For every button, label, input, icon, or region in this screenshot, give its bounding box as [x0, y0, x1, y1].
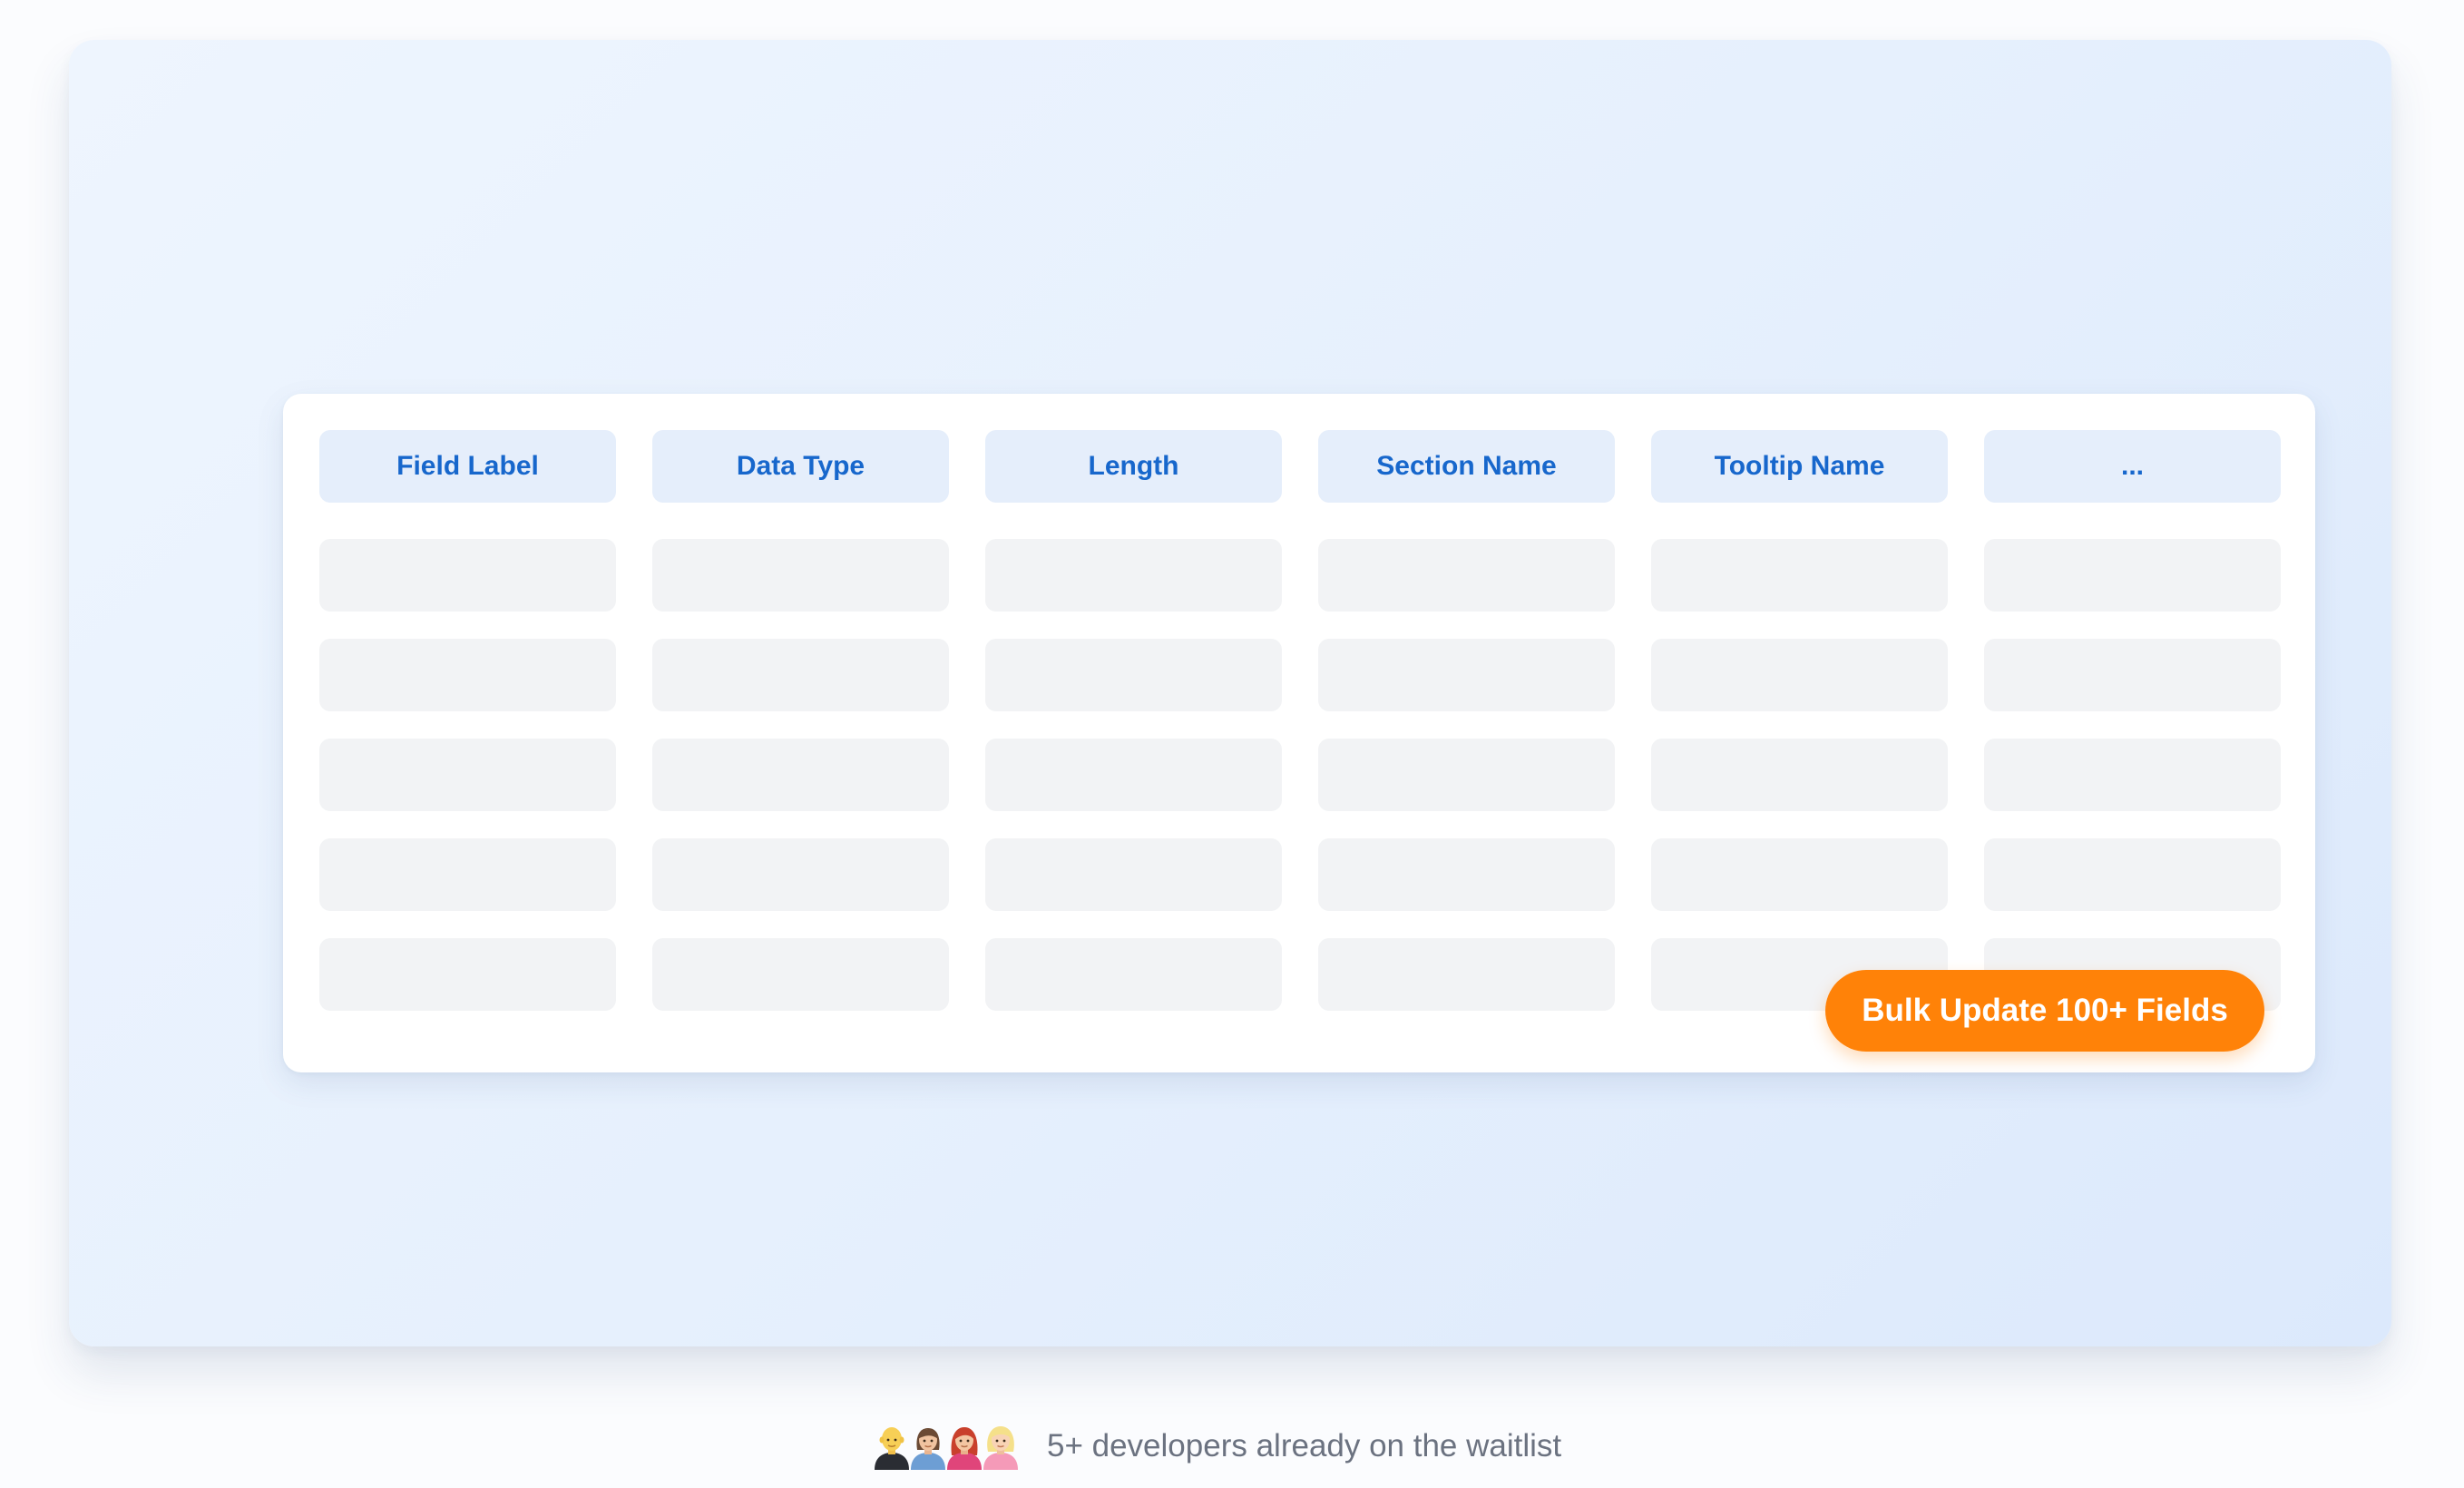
column-header-data-type: Data Type — [652, 430, 949, 503]
placeholder-cell — [319, 539, 616, 612]
placeholder-cell — [985, 639, 1282, 711]
placeholder-cell — [1318, 639, 1615, 711]
column-header-tooltip-name: Tooltip Name — [1651, 430, 1948, 503]
placeholder-cell — [1318, 539, 1615, 612]
bulk-update-button[interactable]: Bulk Update 100+ Fields — [1825, 970, 2264, 1052]
placeholder-cell — [1318, 938, 1615, 1011]
placeholder-cell — [1984, 838, 2281, 911]
placeholder-cell — [652, 639, 949, 711]
placeholder-cell — [1318, 739, 1615, 811]
placeholder-cell — [319, 639, 616, 711]
column-header-more: ... — [1984, 430, 2281, 503]
placeholder-cell — [319, 938, 616, 1011]
placeholder-cell — [1984, 639, 2281, 711]
placeholder-cell — [985, 739, 1282, 811]
placeholder-cell — [652, 938, 949, 1011]
placeholder-cell — [985, 539, 1282, 612]
placeholder-cell — [1984, 539, 2281, 612]
avatar-stack — [871, 1423, 1018, 1470]
placeholder-cell — [1318, 838, 1615, 911]
placeholder-cell — [1651, 639, 1948, 711]
column-header-section-name: Section Name — [1318, 430, 1615, 503]
placeholder-cell — [652, 539, 949, 612]
waitlist-count-text: 5+ developers already on the waitlist — [1047, 1428, 1562, 1464]
column-header-length: Length — [985, 430, 1282, 503]
avatar-blonde-woman-icon — [983, 1426, 1018, 1470]
placeholder-cell — [652, 739, 949, 811]
fields-table: Field Label Data Type Length Section Nam… — [319, 430, 2281, 1038]
placeholder-cell — [985, 838, 1282, 911]
waitlist-social-proof: 5+ developers already on the waitlist — [871, 1421, 1561, 1472]
hero-panel: Field Label Data Type Length Section Nam… — [69, 40, 2391, 1346]
placeholder-cell — [1651, 739, 1948, 811]
placeholder-cell — [1651, 539, 1948, 612]
placeholder-cell — [652, 838, 949, 911]
placeholder-cell — [319, 739, 616, 811]
placeholder-cell — [319, 838, 616, 911]
placeholder-cell — [985, 938, 1282, 1011]
placeholder-cell — [1984, 739, 2281, 811]
column-header-field-label: Field Label — [319, 430, 616, 503]
placeholder-cell — [1651, 838, 1948, 911]
